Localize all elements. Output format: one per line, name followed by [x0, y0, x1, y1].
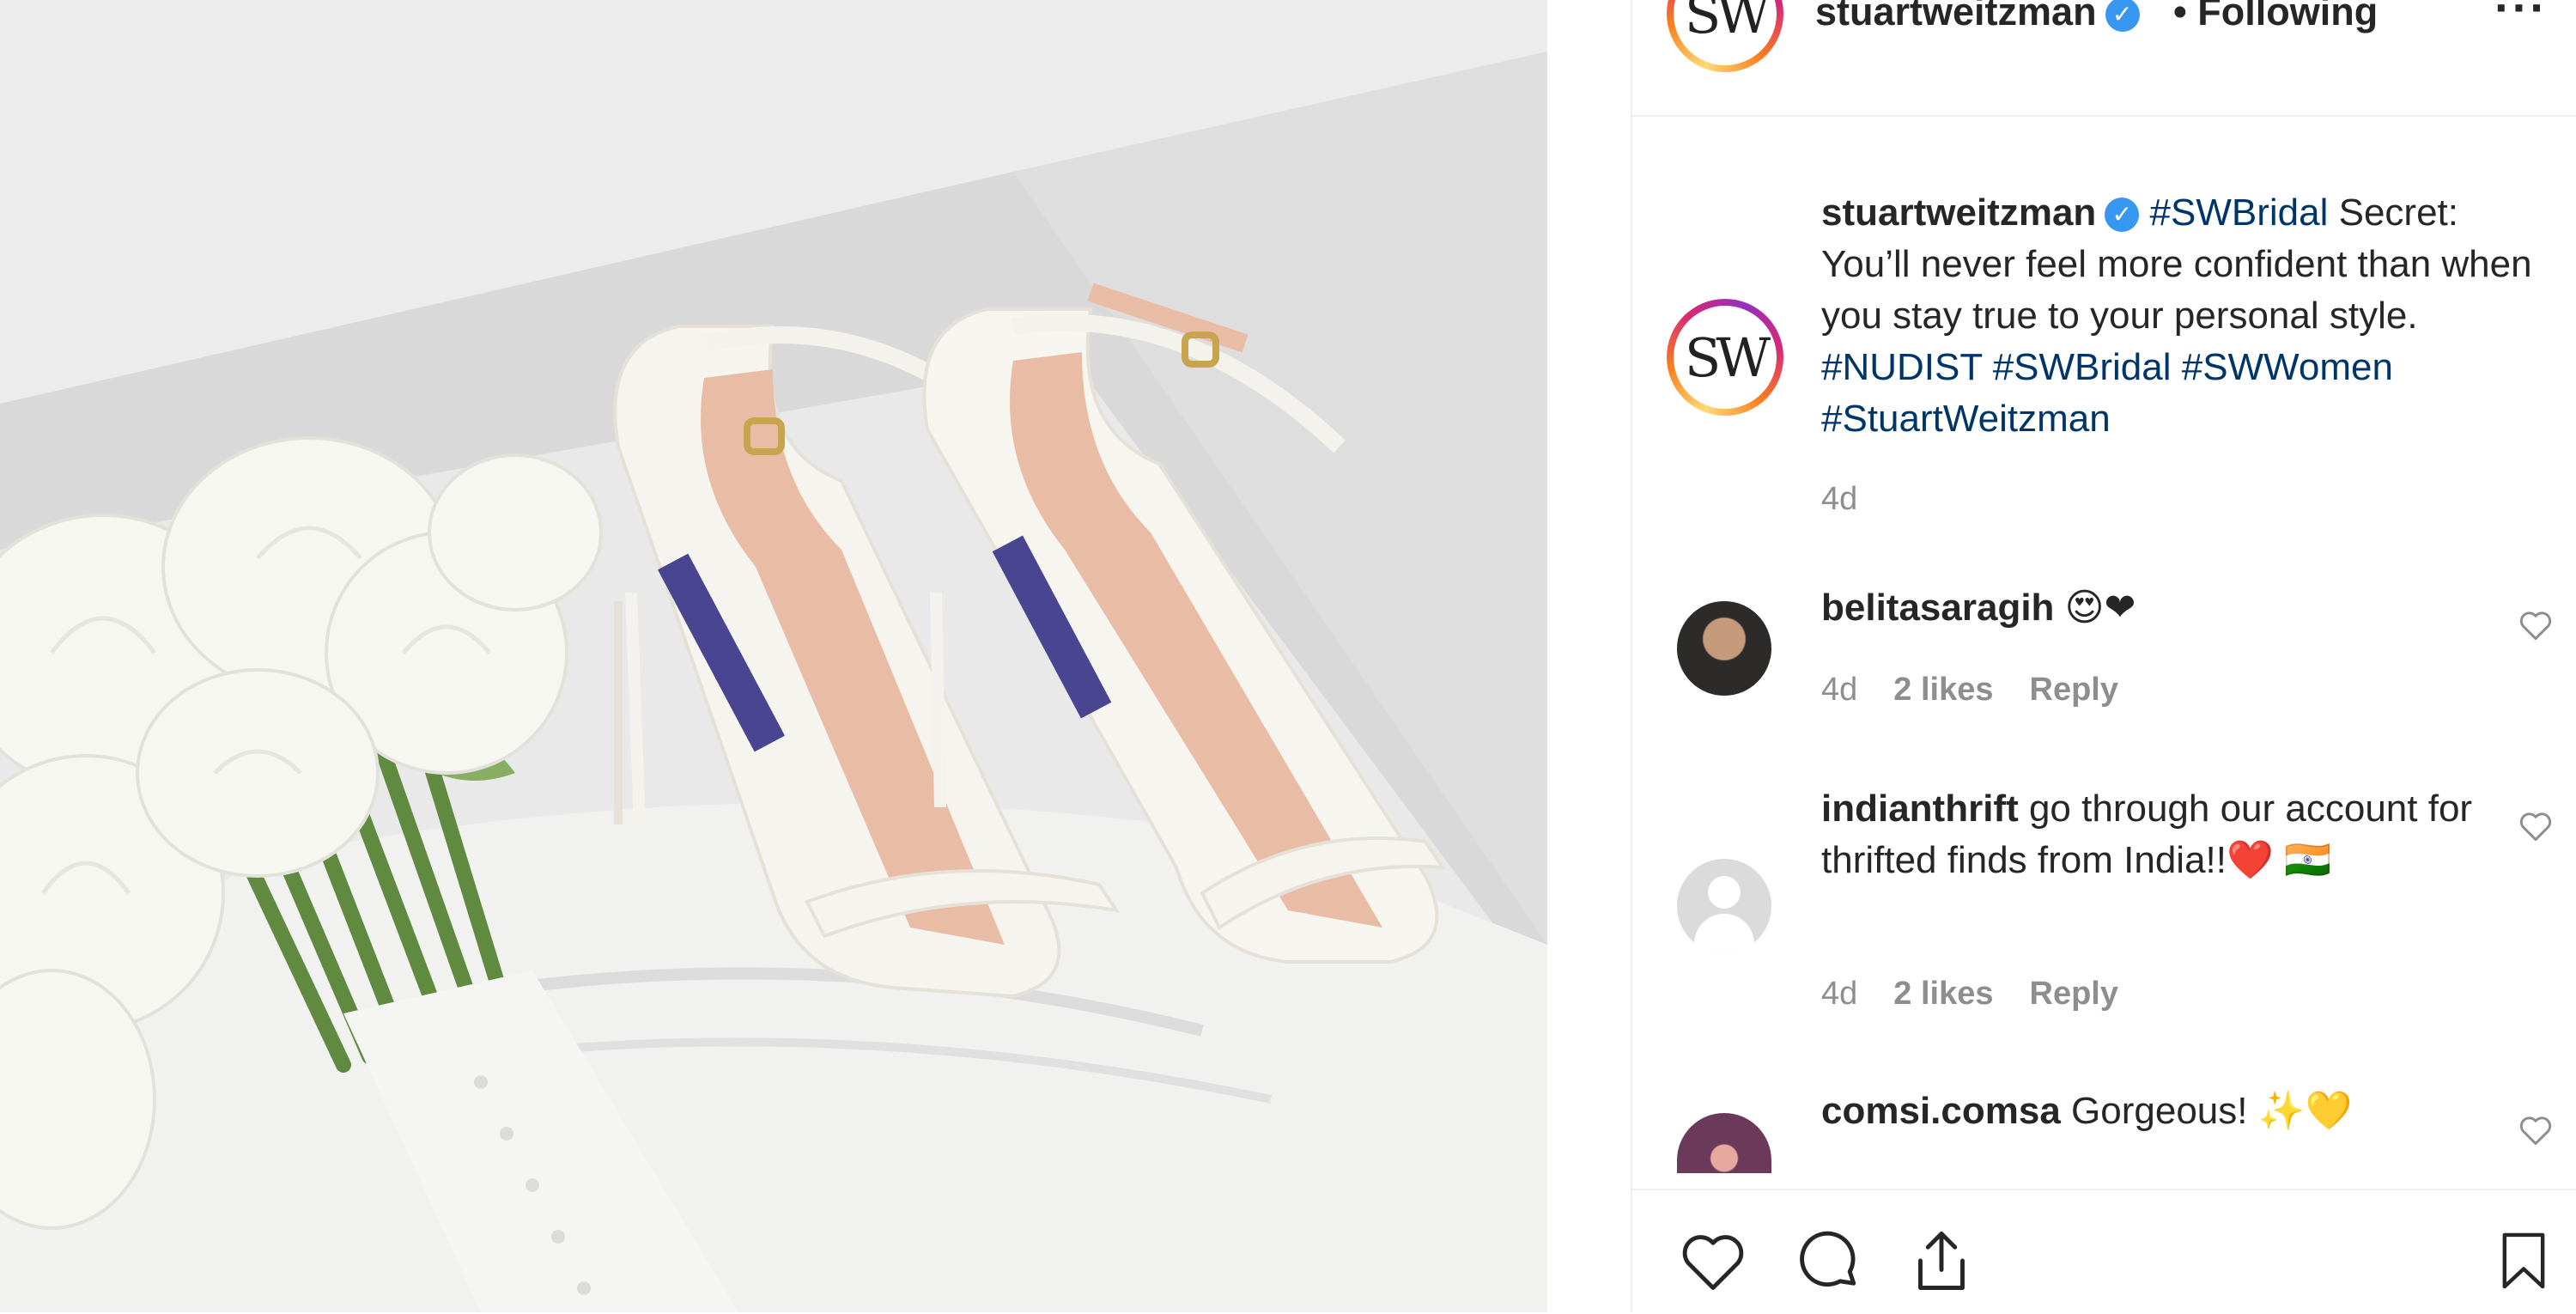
comment-meta: 4d 2 likes Reply	[1821, 976, 2154, 1013]
comment-item: indianthrift go through our account for …	[1821, 783, 2491, 886]
caption-timestamp[interactable]: 4d	[1821, 481, 1857, 518]
verified-badge-icon: ✓	[2105, 0, 2140, 32]
comment-heart-icon[interactable]	[2517, 606, 2555, 644]
more-options-icon[interactable]: ···	[2494, 0, 2548, 35]
caption-username[interactable]: stuartweitzman	[1821, 192, 2096, 234]
like-button[interactable]	[1677, 1225, 1749, 1297]
following-button[interactable]: • Following	[2173, 0, 2378, 34]
post-header: SW stuartweitzman ✓ • Following ···	[1632, 0, 2576, 117]
hashtag-link[interactable]: #SWWomen	[2182, 346, 2393, 388]
comment-time[interactable]: 4d	[1821, 672, 1857, 708]
commenter-avatar[interactable]	[1677, 1113, 1771, 1173]
post-image[interactable]	[0, 0, 1547, 1312]
comment-likes[interactable]: 2 likes	[1893, 976, 1993, 1012]
hashtag-link[interactable]: #StuartWeitzman	[1821, 398, 2111, 440]
bookmark-icon	[2502, 1232, 2545, 1289]
comment-time[interactable]: 4d	[1821, 976, 1857, 1012]
post-side-panel: SW stuartweitzman ✓ • Following ··· SW st…	[1631, 0, 2576, 1314]
comment-item: comsi.comsa Gorgeous! ✨💛	[1821, 1086, 2491, 1137]
hashtag-link[interactable]: #SWBridal	[1993, 346, 2172, 388]
default-avatar-body	[1694, 914, 1754, 953]
comment-username[interactable]: comsi.comsa	[1821, 1090, 2061, 1132]
author-username-text: stuartweitzman	[1815, 0, 2097, 33]
avatar-monogram: SW	[1674, 0, 1777, 65]
share-button[interactable]	[1905, 1225, 1978, 1297]
comment-heart-icon[interactable]	[2517, 1111, 2555, 1149]
avatar-monogram: SW	[1674, 306, 1777, 409]
comment-item: belitasaragih 😍❤	[1821, 582, 2491, 634]
reply-button[interactable]: Reply	[2030, 672, 2118, 708]
comment-username[interactable]: indianthrift	[1821, 788, 2019, 830]
post-photo-illustration	[0, 0, 1547, 1312]
save-button[interactable]	[2491, 1225, 2556, 1297]
post-caption: stuartweitzman ✓ #SWBridal Secret: You’ll…	[1821, 187, 2551, 445]
commenter-avatar[interactable]	[1677, 601, 1771, 696]
caption-avatar[interactable]: SW	[1667, 299, 1783, 416]
commenter-avatar[interactable]	[1677, 859, 1771, 953]
share-icon	[1918, 1232, 1965, 1290]
heart-icon	[1682, 1235, 1744, 1290]
comment-button[interactable]	[1792, 1225, 1864, 1297]
hashtag-link[interactable]: #SWBridal	[2150, 192, 2329, 234]
default-avatar-head	[1708, 876, 1741, 909]
comment-heart-icon[interactable]	[2517, 807, 2555, 845]
hashtag-link[interactable]: #NUDIST	[1821, 346, 1982, 388]
comment-bubble-icon	[1800, 1231, 1856, 1287]
comment-meta: 4d 2 likes Reply	[1821, 672, 2154, 709]
comment-text: Gorgeous! ✨💛	[2060, 1090, 2353, 1132]
author-username[interactable]: stuartweitzman ✓	[1815, 0, 2140, 34]
author-avatar[interactable]: SW	[1667, 0, 1783, 72]
comment-text: 😍❤	[2054, 587, 2136, 629]
post-action-bar	[1632, 1189, 2576, 1314]
reply-button[interactable]: Reply	[2030, 976, 2118, 1012]
comment-username[interactable]: belitasaragih	[1821, 587, 2054, 629]
verified-badge-icon: ✓	[2105, 198, 2140, 232]
comment-likes[interactable]: 2 likes	[1893, 672, 1993, 708]
